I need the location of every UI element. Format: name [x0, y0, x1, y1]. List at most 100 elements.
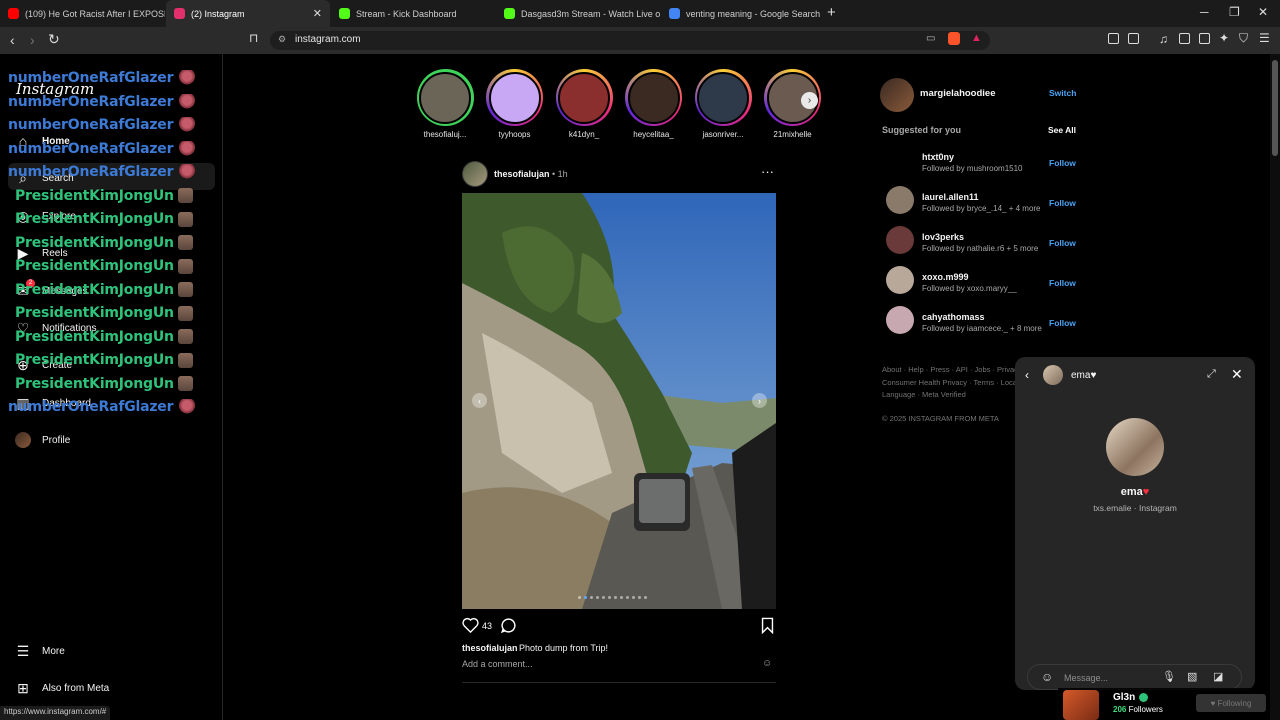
- follow-button[interactable]: Follow: [1049, 318, 1076, 328]
- suggestion-avatar[interactable]: [886, 146, 914, 174]
- new-tab-button[interactable]: +: [827, 4, 836, 21]
- suggestion-avatar[interactable]: [886, 306, 914, 334]
- story-avatar[interactable]: [697, 71, 749, 124]
- vpn-icon[interactable]: ⛉: [1239, 31, 1248, 46]
- microphone-icon[interactable]: 🎙: [1162, 670, 1176, 683]
- bookmark-save-icon[interactable]: [760, 617, 775, 634]
- overlay-chat-message: PresidentKimJongUn: [15, 208, 193, 230]
- story-ring[interactable]: [416, 69, 474, 126]
- message-placeholder[interactable]: Message...: [1064, 673, 1108, 683]
- like-count[interactable]: 43: [482, 621, 492, 631]
- minimize-icon[interactable]: ─: [1200, 5, 1209, 19]
- switch-account-button[interactable]: Switch: [1049, 88, 1076, 98]
- follow-button[interactable]: Follow: [1049, 278, 1076, 288]
- account-avatar[interactable]: [880, 78, 914, 112]
- scrollbar-thumb[interactable]: [1272, 60, 1278, 156]
- emoji-icon[interactable]: ☺: [1041, 670, 1053, 684]
- story-ring[interactable]: [625, 69, 682, 126]
- suggestion-username[interactable]: xoxo.m999: [922, 272, 969, 282]
- follow-button[interactable]: Follow: [1049, 198, 1076, 208]
- see-all-button[interactable]: See All: [1048, 125, 1076, 135]
- expand-icon[interactable]: ⤢: [1207, 368, 1216, 381]
- chat-header-name[interactable]: ema♥: [1071, 370, 1096, 381]
- account-username[interactable]: margielahoodiee: [920, 88, 996, 99]
- sticker-icon[interactable]: ◪: [1213, 670, 1223, 683]
- menu-icon[interactable]: ☰: [1259, 31, 1270, 45]
- media-icon[interactable]: ♫: [1159, 32, 1168, 46]
- heart-icon[interactable]: [462, 617, 479, 633]
- footer-line[interactable]: Consumer Health Privacy · Terms · Locati…: [882, 377, 1016, 390]
- story-ring[interactable]: [555, 69, 613, 126]
- sidebar-item-profile[interactable]: Profile: [15, 432, 70, 448]
- sidebar-toggle-icon[interactable]: [1179, 33, 1190, 44]
- suggestion-username[interactable]: htxt0ny: [922, 152, 954, 162]
- add-comment-input[interactable]: Add a comment...: [462, 659, 533, 669]
- footer-line[interactable]: Language · Meta Verified: [882, 389, 1016, 402]
- brave-shield-icon[interactable]: [948, 32, 960, 45]
- story-avatar[interactable]: [419, 71, 471, 124]
- message-input[interactable]: [1027, 664, 1242, 690]
- post-username[interactable]: thesofialujan: [494, 169, 550, 179]
- story-item[interactable]: thesofialuj...: [415, 69, 475, 139]
- url-field[interactable]: [270, 31, 990, 50]
- chat-avatar-small[interactable]: [1043, 365, 1063, 385]
- emoji-icon[interactable]: ☺: [762, 658, 772, 669]
- suggestion-avatar[interactable]: [886, 226, 914, 254]
- browser-tab[interactable]: Stream - Kick Dashboard: [331, 0, 495, 27]
- post-options-icon[interactable]: ···: [761, 164, 774, 179]
- follow-button[interactable]: Follow: [1049, 158, 1076, 168]
- chat-back-icon[interactable]: ‹: [1025, 368, 1029, 382]
- suggestion-username[interactable]: lov3perks: [922, 232, 964, 242]
- story-avatar[interactable]: [627, 71, 680, 124]
- stories-next-button[interactable]: ›: [801, 92, 818, 109]
- more-button[interactable]: ☰ More: [15, 643, 65, 659]
- story-item[interactable]: tyyhoops: [485, 69, 545, 139]
- wallet-icon[interactable]: [1199, 33, 1210, 44]
- cast-icon[interactable]: ▭: [926, 33, 935, 44]
- tab-close-icon[interactable]: ✕: [313, 7, 322, 20]
- follow-button[interactable]: Follow: [1049, 238, 1076, 248]
- browser-tab[interactable]: venting meaning - Google Search: [661, 0, 825, 27]
- window-close-icon[interactable]: ✕: [1258, 5, 1268, 19]
- story-item[interactable]: heycelitaa_: [624, 69, 684, 139]
- restore-icon[interactable]: ❐: [1229, 5, 1240, 19]
- suggestion-avatar[interactable]: [886, 266, 914, 294]
- forward-icon[interactable]: ›: [30, 32, 35, 48]
- reload-icon[interactable]: ↻: [48, 31, 60, 48]
- story-ring[interactable]: [694, 69, 752, 126]
- url-text[interactable]: instagram.com: [295, 34, 361, 45]
- post-avatar[interactable]: [462, 161, 488, 187]
- carousel-next-icon[interactable]: ›: [752, 393, 767, 408]
- caption-username[interactable]: thesofialujan: [462, 643, 518, 653]
- carousel-prev-icon[interactable]: ‹: [472, 393, 487, 408]
- suggestion-username[interactable]: laurel.allen11: [922, 192, 979, 202]
- extensions-icon[interactable]: [1108, 33, 1119, 44]
- site-settings-icon[interactable]: ⚙: [278, 34, 286, 45]
- chat-close-icon[interactable]: ✕: [1231, 366, 1243, 383]
- story-item[interactable]: k41dyn_: [554, 69, 614, 139]
- carousel-dot: [578, 596, 581, 599]
- comment-icon[interactable]: [500, 617, 517, 634]
- footer-links[interactable]: About · Help · Press · API · Jobs · Priv…: [882, 364, 1016, 402]
- story-avatar[interactable]: [558, 71, 610, 124]
- story-avatar[interactable]: [488, 71, 541, 124]
- story-ring[interactable]: [486, 69, 543, 126]
- post-image[interactable]: [462, 193, 776, 609]
- stream-follow-name: Gl3n: [1113, 692, 1136, 703]
- image-icon[interactable]: ▧: [1187, 670, 1197, 683]
- browser-tab[interactable]: (2) Instagram ✕: [166, 0, 330, 27]
- also-from-meta-button[interactable]: ⊞ Also from Meta: [15, 680, 109, 696]
- footer-line[interactable]: About · Help · Press · API · Jobs · Priv…: [882, 364, 1016, 377]
- suggestion-avatar[interactable]: [886, 186, 914, 214]
- following-button[interactable]: ♥ Following: [1196, 694, 1266, 712]
- suggestion-username[interactable]: cahyathomass: [922, 312, 985, 322]
- rewards-icon[interactable]: ▲: [971, 32, 982, 44]
- leo-ai-icon[interactable]: ✦: [1219, 31, 1229, 45]
- screenshot-icon[interactable]: [1128, 33, 1139, 44]
- browser-tab[interactable]: (109) He Got Racist After I EXPOSED: [0, 0, 165, 27]
- chat-avatar-large[interactable]: [1106, 418, 1164, 476]
- browser-tab[interactable]: Dasgasd3m Stream - Watch Live on: [496, 0, 660, 27]
- story-item[interactable]: jasonriver...: [693, 69, 753, 139]
- back-icon[interactable]: ‹: [10, 32, 15, 48]
- bookmark-icon[interactable]: ⊓: [249, 31, 258, 45]
